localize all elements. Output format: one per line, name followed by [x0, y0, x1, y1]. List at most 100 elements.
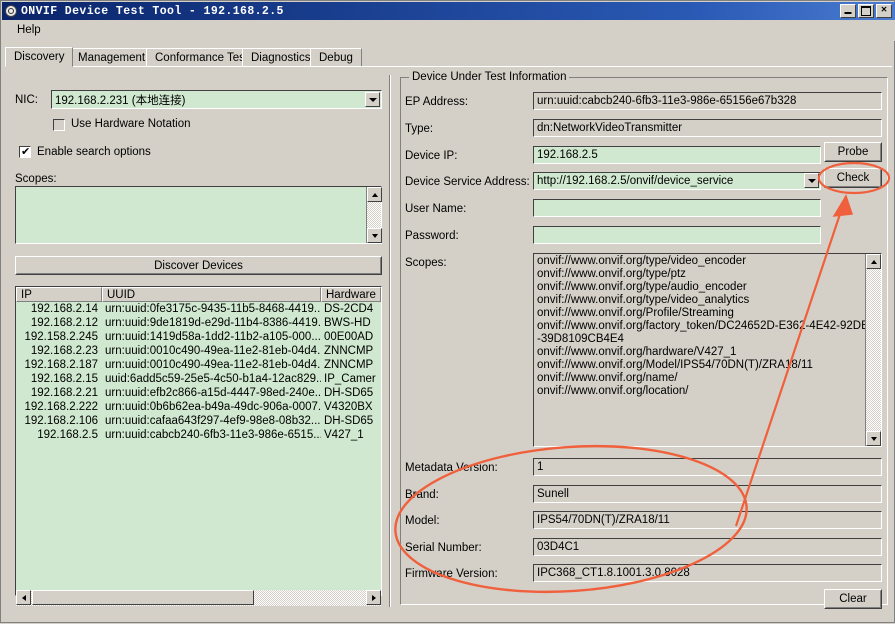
enable-search-options-checkbox[interactable]: ✔: [19, 146, 31, 158]
table-row[interactable]: 192.168.2.23 urn:uuid:0010c490-49ea-11e2-…: [16, 344, 381, 358]
table-row[interactable]: 192.168.2.21 urn:uuid:efb2c866-a15d-4447-…: [16, 386, 381, 400]
cell-ip: 192.168.2.15: [30, 373, 98, 385]
cell-hardware: ZNNCMP: [324, 359, 374, 371]
pane-divider-hl: [390, 75, 391, 607]
device-ip-field[interactable]: 192.168.2.5: [533, 146, 821, 164]
device-list-hscrollbar[interactable]: [16, 590, 381, 606]
app-circle-icon: [5, 5, 17, 17]
model-field[interactable]: IPS54/70DN(T)/ZRA18/11: [533, 511, 882, 529]
password-input[interactable]: [533, 226, 821, 244]
probe-label: Probe: [837, 146, 869, 158]
table-row[interactable]: 192.168.2.15 uuid:6add5c59-25e5-4c50-b1a4…: [16, 372, 381, 386]
brand-field[interactable]: Sunell: [533, 485, 882, 503]
table-row[interactable]: 192.168.2.5 urn:uuid:cabcb240-6fb3-11e3-9…: [16, 428, 381, 442]
scopes-scroll-down-icon[interactable]: [866, 431, 881, 446]
close-button[interactable]: ✕: [876, 4, 892, 18]
tab-discovery[interactable]: Discovery: [5, 47, 74, 67]
cell-hardware: DS-2CD4: [324, 303, 374, 315]
scopes-list[interactable]: onvif://www.onvif.org/type/video_encoder…: [533, 253, 882, 447]
type-label: Type:: [405, 123, 434, 135]
tab-debug[interactable]: Debug: [310, 48, 362, 67]
check-button[interactable]: Check: [824, 168, 882, 188]
tab-conformance-test[interactable]: Conformance Test: [146, 48, 258, 67]
device-list-header: IP UUID Hardware: [16, 287, 381, 302]
cell-hardware: ZNNCMP: [324, 345, 374, 357]
scopes-scroll-up-icon[interactable]: [866, 254, 881, 269]
hscroll-thumb[interactable]: [32, 590, 254, 605]
scopes-scrollbar-left[interactable]: [366, 187, 382, 243]
scroll-left-icon[interactable]: [16, 590, 31, 605]
table-row[interactable]: 192.158.2.245 urn:uuid:1419d58a-1dd2-11b2…: [16, 330, 381, 344]
scopes-list-text: onvif://www.onvif.org/type/video_encoder…: [537, 255, 869, 397]
column-header-ip[interactable]: IP: [16, 287, 102, 302]
cell-ip: 192.158.2.245: [24, 331, 98, 343]
clear-button[interactable]: Clear: [824, 589, 882, 609]
password-label: Password:: [405, 230, 459, 242]
cell-uuid: urn:uuid:0010c490-49ea-11e2-81eb-04d4...: [105, 359, 321, 371]
brand-label: Brand:: [405, 489, 439, 501]
menu-item-help[interactable]: Help: [12, 23, 46, 37]
enable-search-options-label: Enable search options: [37, 146, 151, 158]
serial-number-field[interactable]: 03D4C1: [533, 538, 882, 556]
user-name-input[interactable]: [533, 199, 821, 217]
tab-management[interactable]: Management: [69, 48, 155, 67]
column-header-hardware[interactable]: Hardware: [321, 287, 381, 302]
clear-label: Clear: [839, 593, 867, 605]
device-list[interactable]: IP UUID Hardware 192.168.2.14 urn:uuid:0f…: [15, 286, 382, 596]
scroll-down-icon[interactable]: [367, 228, 382, 243]
group-title: Device Under Test Information: [409, 71, 570, 83]
nic-dropdown-arrow[interactable]: [365, 92, 380, 107]
firmware-version-label: Firmware Version:: [405, 568, 498, 580]
table-row[interactable]: 192.168.2.12 urn:uuid:9de1819d-e29d-11b4-…: [16, 316, 381, 330]
checkmark-icon: ✔: [21, 146, 31, 158]
table-row[interactable]: 192.168.2.106 urn:uuid:cafaa643f297-4ef9-…: [16, 414, 381, 428]
column-header-uuid[interactable]: UUID: [102, 287, 321, 302]
metadata-version-field[interactable]: 1: [533, 458, 882, 476]
scopes-input-left[interactable]: [15, 186, 382, 244]
tab-bar: Discovery Management Conformance Test Di…: [5, 47, 892, 67]
table-row[interactable]: 192.168.2.14 urn:uuid:0fe3175c-9435-11b5-…: [16, 302, 381, 316]
scroll-up-icon[interactable]: [367, 187, 382, 202]
type-field[interactable]: dn:NetworkVideoTransmitter: [533, 119, 882, 137]
window-controls: ✕: [840, 4, 892, 18]
device-service-address-label: Device Service Address:: [405, 176, 530, 188]
title-bar: ONVIF Device Test Tool - 192.168.2.5 ✕: [2, 2, 895, 20]
discover-devices-label: Discover Devices: [154, 259, 243, 272]
check-label: Check: [836, 172, 870, 184]
cell-hardware: V427_1: [324, 429, 364, 441]
metadata-version-label: Metadata Version:: [405, 462, 498, 474]
ep-address-field[interactable]: urn:uuid:cabcb240-6fb3-11e3-986e-65156e6…: [533, 92, 882, 110]
maximize-button[interactable]: [858, 4, 874, 18]
discover-devices-button[interactable]: Discover Devices: [15, 256, 382, 275]
service-address-dropdown-arrow[interactable]: [804, 173, 819, 188]
cell-uuid: urn:uuid:9de1819d-e29d-11b4-8386-4419...: [105, 317, 321, 329]
use-hardware-notation-checkbox[interactable]: [53, 119, 65, 131]
cell-hardware: 00E00AD: [324, 331, 374, 343]
device-service-address-field[interactable]: http://192.168.2.5/onvif/device_service: [533, 172, 821, 190]
user-name-label: User Name:: [405, 203, 467, 215]
cell-ip: 192.168.2.5: [37, 429, 98, 441]
table-row[interactable]: 192.168.2.187 urn:uuid:0010c490-49ea-11e2…: [16, 358, 381, 372]
scopes-label-left: Scopes:: [15, 173, 57, 185]
firmware-version-field[interactable]: IPC368_CT1.8.1001.3.0.8028: [533, 564, 882, 582]
nic-select[interactable]: 192.168.2.231 (本地连接): [51, 90, 382, 109]
cell-ip: 192.168.2.23: [30, 345, 98, 357]
menu-bar: Help: [2, 20, 895, 41]
ep-address-label: EP Address:: [405, 96, 469, 108]
cell-uuid: urn:uuid:0fe3175c-9435-11b5-8468-4419...: [105, 303, 321, 315]
table-row[interactable]: 192.168.2.222 urn:uuid:0b6b62ea-b49a-49dc…: [16, 400, 381, 414]
minimize-button[interactable]: [840, 4, 856, 18]
cell-hardware: BWS-HD: [324, 317, 371, 329]
probe-button[interactable]: Probe: [824, 142, 882, 162]
cell-uuid: urn:uuid:cafaa643f297-4ef9-98e8-08b32...: [105, 415, 321, 427]
cell-hardware: IP_Camer: [324, 373, 376, 385]
scopes-scrollbar-right[interactable]: [865, 254, 881, 446]
cell-uuid: urn:uuid:0b6b62ea-b49a-49dc-906a-0007...: [105, 401, 321, 413]
tab-diagnostics[interactable]: Diagnostics: [242, 48, 320, 67]
serial-number-label: Serial Number:: [405, 542, 482, 554]
cell-hardware: V4320BX: [324, 401, 373, 413]
device-list-body: 192.168.2.14 urn:uuid:0fe3175c-9435-11b5-…: [16, 302, 381, 442]
cell-uuid: uuid:6add5c59-25e5-4c50-b1a4-12ac829...: [105, 373, 321, 385]
cell-ip: 192.168.2.187: [24, 359, 98, 371]
scroll-right-icon[interactable]: [366, 590, 381, 605]
